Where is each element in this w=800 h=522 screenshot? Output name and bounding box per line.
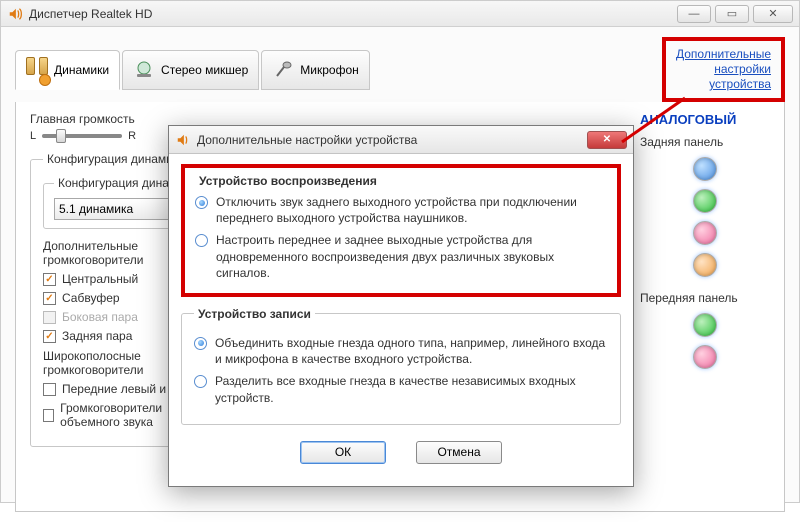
radio-record-combine[interactable]: Объединить входные гнезда одного типа, н… bbox=[194, 335, 608, 367]
speakers-icon bbox=[26, 59, 48, 81]
balance-right-label: R bbox=[128, 130, 136, 142]
balance-slider[interactable] bbox=[42, 134, 122, 138]
sound-icon bbox=[7, 6, 23, 22]
ok-button[interactable]: ОК bbox=[300, 441, 386, 464]
playback-highlight: Устройство воспроизведения Отключить зву… bbox=[181, 164, 621, 297]
tab-microphone[interactable]: Микрофон bbox=[261, 50, 369, 90]
microphone-icon bbox=[272, 59, 294, 81]
front-panel-label: Передняя панель bbox=[640, 291, 770, 305]
advanced-link-highlight: Дополнительные настройки устройства bbox=[662, 37, 785, 102]
radio-icon bbox=[195, 234, 208, 247]
dialog-close-button[interactable]: ✕ bbox=[587, 131, 627, 149]
dialog-titlebar: Дополнительные настройки устройства ✕ bbox=[169, 126, 633, 154]
analog-title: АНАЛОГОВЫЙ bbox=[640, 112, 770, 127]
window-controls: — ▭ ✕ bbox=[677, 5, 793, 23]
radio-playback-mute-rear[interactable]: Отключить звук заднего выходного устройс… bbox=[195, 194, 607, 226]
tab-microphone-label: Микрофон bbox=[300, 63, 358, 77]
record-fieldset: Устройство записи Объединить входные гне… bbox=[181, 307, 621, 425]
playback-legend: Устройство воспроизведения bbox=[195, 174, 607, 188]
maximize-button[interactable]: ▭ bbox=[715, 5, 749, 23]
minimize-button[interactable]: — bbox=[677, 5, 711, 23]
tab-speakers-label: Динамики bbox=[54, 63, 109, 77]
cancel-button[interactable]: Отмена bbox=[416, 441, 502, 464]
radio-playback-independent[interactable]: Настроить переднее и заднее выходные уст… bbox=[195, 232, 607, 281]
sound-icon bbox=[175, 132, 191, 148]
balance-left-label: L bbox=[30, 130, 36, 142]
jack-orange[interactable] bbox=[693, 253, 717, 277]
dialog-title: Дополнительные настройки устройства bbox=[197, 133, 417, 147]
analog-panel: АНАЛОГОВЫЙ Задняя панель Передняя панель bbox=[640, 112, 770, 501]
jack-pink-front[interactable] bbox=[693, 345, 717, 369]
stereo-mix-icon bbox=[133, 59, 155, 81]
tabstrip: Динамики Стерео микшер Микрофон Дополнит… bbox=[15, 37, 785, 102]
speaker-config-value: 5.1 динамика bbox=[59, 202, 133, 216]
tab-stereo-mix-label: Стерео микшер bbox=[161, 63, 248, 77]
tab-speakers[interactable]: Динамики bbox=[15, 50, 120, 90]
advanced-settings-dialog: Дополнительные настройки устройства ✕ Ус… bbox=[168, 125, 634, 487]
jack-blue[interactable] bbox=[693, 157, 717, 181]
titlebar: Диспетчер Realtek HD — ▭ ✕ bbox=[1, 1, 799, 27]
jack-green[interactable] bbox=[693, 189, 717, 213]
radio-record-separate[interactable]: Разделить все входные гнезда в качестве … bbox=[194, 373, 608, 405]
radio-icon bbox=[195, 196, 208, 209]
jack-pink-back[interactable] bbox=[693, 221, 717, 245]
dialog-buttons: ОК Отмена bbox=[181, 435, 621, 476]
back-panel-label: Задняя панель bbox=[640, 135, 770, 149]
dialog-body: Устройство воспроизведения Отключить зву… bbox=[169, 154, 633, 486]
window-title: Диспетчер Realtek HD bbox=[29, 7, 152, 21]
advanced-settings-link[interactable]: Дополнительные настройки устройства bbox=[676, 47, 771, 91]
tab-stereo-mix[interactable]: Стерео микшер bbox=[122, 50, 259, 90]
jack-green-front[interactable] bbox=[693, 313, 717, 337]
radio-icon bbox=[194, 337, 207, 350]
radio-icon bbox=[194, 375, 207, 388]
main-volume-label: Главная громкость bbox=[30, 112, 135, 126]
playback-fieldset: Устройство воспроизведения Отключить зву… bbox=[195, 174, 607, 281]
close-button[interactable]: ✕ bbox=[753, 5, 793, 23]
record-legend: Устройство записи bbox=[194, 307, 315, 321]
advanced-settings-link-wrap: Дополнительные настройки устройства bbox=[662, 37, 785, 102]
